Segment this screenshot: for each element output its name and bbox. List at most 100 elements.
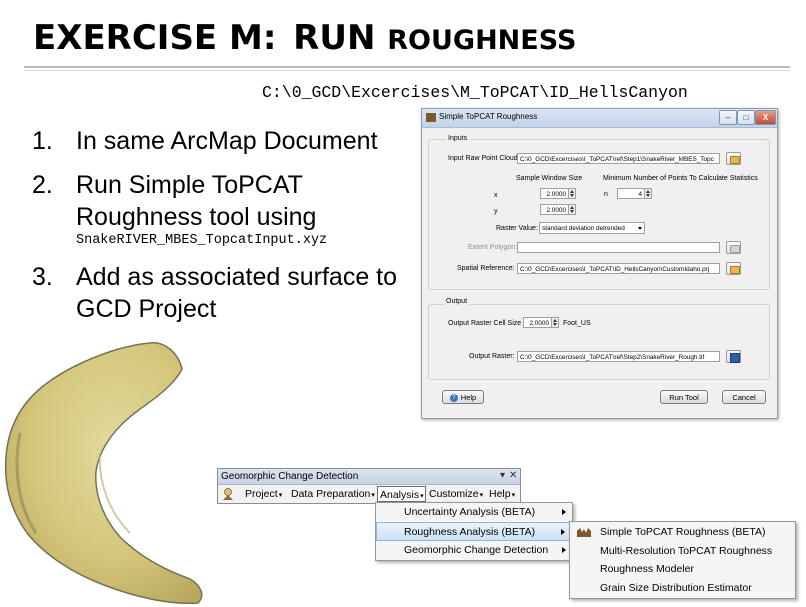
- slide-title: EXERCISE M: RUN ROUGHNESS: [33, 18, 576, 58]
- close-button[interactable]: X: [755, 110, 776, 125]
- menu-project[interactable]: Project▾: [245, 486, 282, 502]
- menu-item-roughness-modeler[interactable]: Roughness Modeler: [570, 560, 795, 579]
- raster-value-select[interactable]: standard deviation detrended: [539, 222, 645, 234]
- output-group-label: Output: [444, 298, 470, 305]
- x-window-input[interactable]: 2.0000: [540, 188, 569, 199]
- menu-item-grain-size-distribution-estimator[interactable]: Grain Size Distribution Estimator: [570, 579, 795, 598]
- title-part1: EXERCISE M:: [33, 18, 277, 58]
- n-points-spinner[interactable]: [645, 188, 652, 199]
- menu-analysis[interactable]: Analysis▾: [377, 486, 426, 502]
- y-label: y: [494, 208, 498, 215]
- minimize-button[interactable]: –: [719, 110, 737, 125]
- n-points-input[interactable]: 4: [617, 188, 645, 199]
- toolbar-title: Geomorphic Change Detection: [221, 471, 359, 482]
- toolbar-options-icon[interactable]: ▾: [500, 470, 505, 481]
- menu-item-multi-resolution-topcat-roughness[interactable]: Multi-Resolution ToPCAT Roughness: [570, 542, 795, 561]
- steps-list: 1. In same ArcMap Document 2. Run Simple…: [32, 125, 432, 337]
- chevron-down-icon: [638, 227, 642, 230]
- cell-size-input[interactable]: 2.0000: [523, 317, 552, 328]
- chevron-down-icon: ▾: [511, 492, 516, 499]
- spatial-reference-label: Spatial Reference:: [457, 265, 515, 272]
- analysis-menu: Uncertainty Analysis (BETA) Roughness An…: [375, 502, 573, 561]
- gcd-toolbar: Geomorphic Change Detection ▾ ✕ Project▾…: [217, 468, 521, 504]
- dialog-title: Simple ToPCAT Roughness: [439, 112, 538, 121]
- simple-topcat-roughness-dialog: Simple ToPCAT Roughness – □ X Inputs Inp…: [421, 108, 778, 419]
- toolbar-title-bar[interactable]: Geomorphic Change Detection ▾ ✕: [218, 469, 520, 485]
- y-window-input[interactable]: 2.0000: [540, 204, 569, 215]
- cell-size-unit: Foot_US: [563, 320, 591, 327]
- extent-polygon-label: Extent Polygon:: [468, 244, 518, 251]
- menu-item-label: Simple ToPCAT Roughness (BETA): [600, 526, 766, 538]
- raster-value-label: Raster Value:: [496, 225, 538, 232]
- output-raster-label: Output Raster:: [469, 353, 515, 360]
- menu-analysis-label: Analysis: [380, 489, 420, 501]
- chevron-down-icon: ▾: [479, 492, 484, 499]
- menu-item-uncertainty-analysis[interactable]: Uncertainty Analysis (BETA): [376, 503, 572, 522]
- maximize-button[interactable]: □: [737, 110, 755, 125]
- chevron-down-icon: ▾: [278, 492, 283, 499]
- menu-item-geomorphic-change-detection[interactable]: Geomorphic Change Detection: [376, 541, 572, 560]
- raw-point-label: Input Raw Point Cloud:: [448, 155, 520, 162]
- n-label: n: [604, 191, 608, 198]
- exercise-path: C:\0_GCD\Excercises\M_ToPCAT\ID_HellsCan…: [262, 83, 688, 102]
- save-output-button[interactable]: [726, 350, 741, 363]
- title-divider: [24, 66, 790, 68]
- folder-icon: [730, 245, 740, 253]
- roughness-surface-image: [4, 342, 203, 605]
- min-points-label: Minimum Number of Points To Calculate St…: [603, 175, 758, 182]
- close-icon[interactable]: ✕: [509, 470, 517, 481]
- menu-project-label: Project: [245, 488, 278, 500]
- cell-size-spinner[interactable]: [552, 317, 559, 328]
- menu-item-roughness-analysis[interactable]: Roughness Analysis (BETA): [376, 522, 572, 541]
- gcd-logo-icon: [223, 488, 233, 500]
- menu-item-label: Uncertainty Analysis (BETA): [404, 506, 536, 518]
- step-number: 2.: [32, 171, 53, 199]
- chevron-down-icon: ▾: [371, 492, 375, 499]
- step-number: 3.: [32, 263, 53, 291]
- menu-help[interactable]: Help▾: [489, 486, 515, 502]
- title-part2-small: ROUGHNESS: [387, 25, 577, 56]
- browse-spatial-reference-button[interactable]: [726, 262, 741, 275]
- help-button-label: Help: [460, 393, 477, 402]
- raw-point-input[interactable]: C:\0_GCD\Excercises\I_ToPCAT\ref\Step1\S…: [517, 153, 720, 164]
- save-icon: [730, 353, 740, 363]
- sample-window-label: Sample Window Size: [516, 175, 583, 182]
- menu-data-preparation-label: Data Preparation: [291, 488, 371, 500]
- step-1: 1. In same ArcMap Document: [32, 125, 432, 157]
- menu-item-simple-topcat-roughness[interactable]: Simple ToPCAT Roughness (BETA): [570, 523, 795, 542]
- browse-extent-button[interactable]: [726, 241, 741, 254]
- menu-item-label: Multi-Resolution ToPCAT Roughness: [600, 545, 773, 557]
- roughness-submenu: Simple ToPCAT Roughness (BETA) Multi-Res…: [569, 521, 796, 599]
- step-text: In same ArcMap Document: [76, 127, 378, 155]
- submenu-arrow-icon: [561, 529, 565, 535]
- dialog-title-bar[interactable]: Simple ToPCAT Roughness – □ X: [422, 109, 777, 128]
- run-tool-button[interactable]: Run Tool: [660, 390, 708, 404]
- roughness-tool-icon: [426, 113, 436, 122]
- help-icon: ?: [449, 394, 458, 403]
- help-button[interactable]: ? Help: [442, 390, 484, 404]
- spatial-reference-input[interactable]: C:\0_GCD\Excercises\I_ToPCAT\ID_HellsCan…: [517, 263, 720, 274]
- menu-help-label: Help: [489, 488, 511, 500]
- step-3: 3. Add as associated surface to GCD Proj…: [32, 261, 432, 325]
- browse-raw-point-button[interactable]: [726, 152, 741, 165]
- menu-data-preparation[interactable]: Data Preparation▾: [291, 486, 375, 502]
- menu-item-label: Roughness Modeler: [600, 563, 694, 575]
- menu-customize-label: Customize: [429, 488, 479, 500]
- submenu-arrow-icon: [562, 509, 566, 515]
- x-window-spinner[interactable]: [569, 188, 576, 199]
- extent-polygon-input[interactable]: [517, 242, 720, 253]
- y-window-spinner[interactable]: [569, 204, 576, 215]
- menu-customize[interactable]: Customize▾: [429, 486, 483, 502]
- output-raster-input[interactable]: C:\0_GCD\Excercises\I_ToPCAT\ref\Step2\S…: [517, 351, 720, 362]
- menu-item-label: Geomorphic Change Detection: [404, 544, 549, 556]
- title-part2-big: RUN: [293, 18, 388, 58]
- step-text: Add as associated surface to GCD Project: [76, 263, 398, 323]
- inputs-group-label: Inputs: [446, 135, 470, 142]
- submenu-arrow-icon: [562, 547, 566, 553]
- cancel-button[interactable]: Cancel: [722, 390, 766, 404]
- raster-value-selected: standard deviation detrended: [542, 225, 625, 232]
- step-number: 1.: [32, 127, 53, 155]
- x-label: x: [494, 192, 498, 199]
- step-input-file: SnakeRIVER_MBES_TopcatInput.xyz: [76, 233, 328, 248]
- folder-icon: [730, 156, 740, 164]
